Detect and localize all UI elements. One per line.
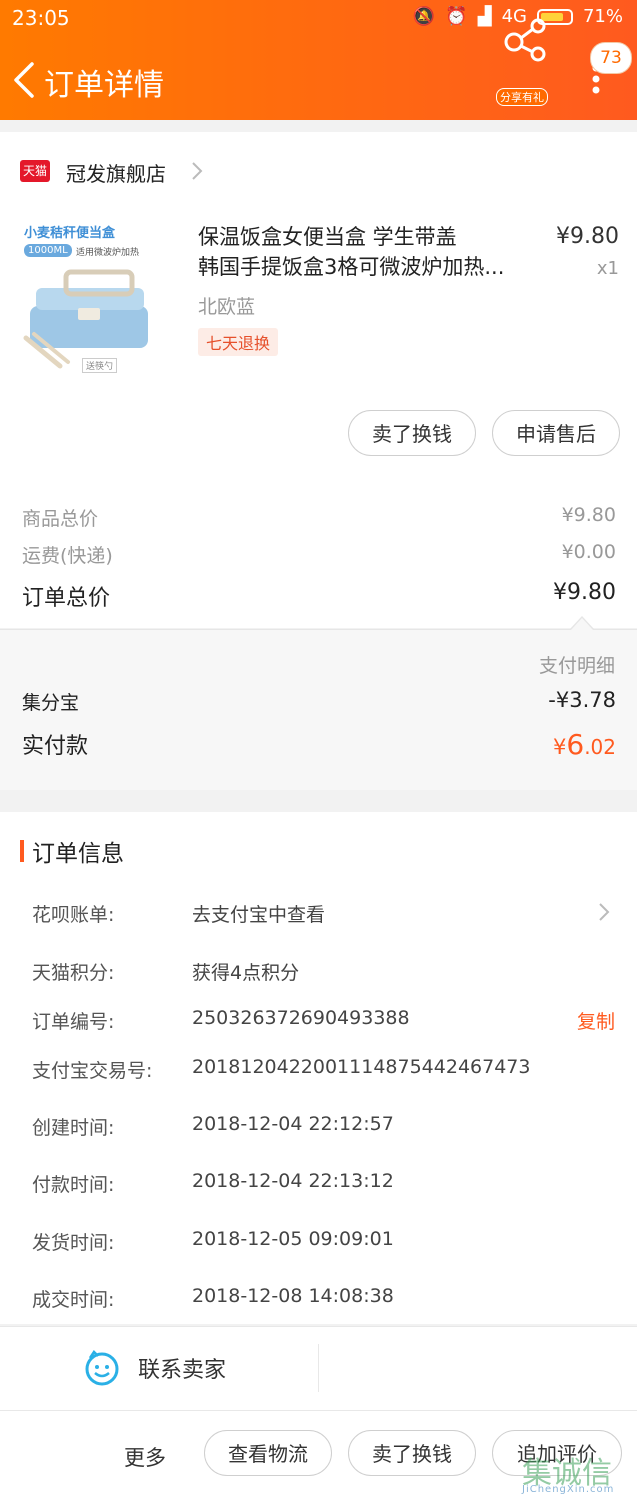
product-quantity: x1 <box>596 258 619 279</box>
product-title[interactable]: 保温饭盒女便当盒 学生带盖 韩国手提饭盒3格可微波炉加热... <box>198 222 538 282</box>
paid-amount-row: 实付款 ¥6.02 <box>22 728 616 761</box>
paid-label: 实付款 <box>22 734 89 759</box>
order-total-label: 订单总价 <box>22 586 111 611</box>
more-button[interactable]: 更多 <box>124 1442 166 1472</box>
tmall-logo: 天猫 <box>20 160 50 182</box>
shipped-time-value: 2018-12-05 09:09:01 <box>192 1228 394 1250</box>
chat-face-icon[interactable] <box>84 1350 120 1386</box>
image-capacity: 1000ML <box>24 244 72 257</box>
product-image[interactable]: 小麦秸秆便当盒 1000ML 适用微波炉加热 送筷勺 <box>22 218 164 378</box>
huabei-value[interactable]: 去支付宝中查看 <box>192 900 325 927</box>
payment-detail-link[interactable]: 支付明细 <box>539 651 615 678</box>
created-time-value: 2018-12-04 22:12:57 <box>192 1113 394 1135</box>
after-sale-button[interactable]: 申请售后 <box>492 410 620 456</box>
alarm-icon: ⏰ <box>445 6 468 27</box>
copy-button[interactable]: 复制 <box>577 1007 615 1034</box>
return-policy-tag: 七天退换 <box>198 328 279 356</box>
order-info-title: 订单信息 <box>32 841 124 867</box>
chevron-right-icon[interactable] <box>598 902 610 922</box>
shipping-value: ¥0.00 <box>561 541 616 563</box>
section-accent-bar <box>20 840 24 862</box>
tmall-points-label: 天猫积分: <box>32 962 115 984</box>
order-number-value: 250326372690493388 <box>192 1007 410 1029</box>
jifenbao-label: 集分宝 <box>22 692 80 714</box>
paid-decimal: .02 <box>584 735 616 759</box>
jifenbao-row: 集分宝 -¥3.78 <box>22 688 616 715</box>
share-icon[interactable] <box>500 12 552 72</box>
created-time-label: 创建时间: <box>32 1117 115 1139</box>
paid-integer: 6 <box>566 728 585 761</box>
tmall-points-value: 获得4点积分 <box>192 962 300 984</box>
product-price: ¥9.80 <box>556 224 619 249</box>
product-title-line1: 保温饭盒女便当盒 学生带盖 <box>198 225 457 249</box>
view-logistics-button[interactable]: 查看物流 <box>204 1430 332 1476</box>
huabei-label: 花呗账单: <box>32 904 115 926</box>
order-total-value: ¥9.80 <box>553 580 616 605</box>
paid-amount: ¥6.02 <box>553 728 616 761</box>
image-gift-label: 送筷勺 <box>82 358 118 373</box>
product-variant: 北欧蓝 <box>198 296 256 318</box>
product-title-line2: 韩国手提饭盒3格可微波炉加热... <box>198 255 505 279</box>
order-total-row: 订单总价 ¥9.80 <box>22 580 616 612</box>
shipping-label: 运费(快递) <box>22 545 113 567</box>
silent-icon: 🔕 <box>412 6 436 27</box>
goods-total-label: 商品总价 <box>22 508 99 530</box>
shipped-time-label: 发货时间: <box>32 1232 115 1254</box>
sell-button-bottom[interactable]: 卖了换钱 <box>348 1430 476 1476</box>
back-arrow-icon[interactable] <box>10 60 40 100</box>
completed-time-value: 2018-12-08 14:08:38 <box>192 1285 394 1307</box>
share-label[interactable]: 分享有礼 <box>496 88 548 106</box>
contact-seller-button[interactable]: 联系卖家 <box>138 1352 226 1384</box>
message-count-badge[interactable]: 73 <box>590 42 632 74</box>
battery-level: 71% <box>582 6 623 27</box>
shop-name[interactable]: 冠发旗舰店 <box>66 158 166 187</box>
lunchbox-illustration <box>23 269 148 369</box>
contact-divider <box>318 1344 319 1392</box>
image-subtitle: 适用微波炉加热 <box>76 248 140 258</box>
goods-total-row: 商品总价 ¥9.80 <box>22 504 616 531</box>
chevron-right-icon[interactable] <box>190 160 204 182</box>
image-caption: 小麦秸秆便当盒 <box>24 226 116 241</box>
watermark-text: JiChengXin.com <box>522 1484 615 1495</box>
goods-total-value: ¥9.80 <box>561 504 616 526</box>
sell-button[interactable]: 卖了换钱 <box>348 410 476 456</box>
paid-currency: ¥ <box>552 735 567 759</box>
page-title: 订单详情 <box>44 68 164 103</box>
alipay-trade-label: 支付宝交易号: <box>32 1060 153 1082</box>
signal-icon: ▟ <box>477 6 492 27</box>
paid-time-label: 付款时间: <box>32 1174 115 1196</box>
completed-time-label: 成交时间: <box>32 1289 115 1311</box>
shipping-row: 运费(快递) ¥0.00 <box>22 541 616 568</box>
jifenbao-value: -¥3.78 <box>548 688 616 712</box>
status-time: 23:05 <box>12 6 70 30</box>
paid-time-value: 2018-12-04 22:13:12 <box>192 1170 394 1192</box>
paybox-pointer-fill <box>571 618 593 630</box>
order-number-label: 订单编号: <box>32 1011 115 1033</box>
alipay-trade-value: 2018120422001114875442467473 <box>192 1056 531 1078</box>
